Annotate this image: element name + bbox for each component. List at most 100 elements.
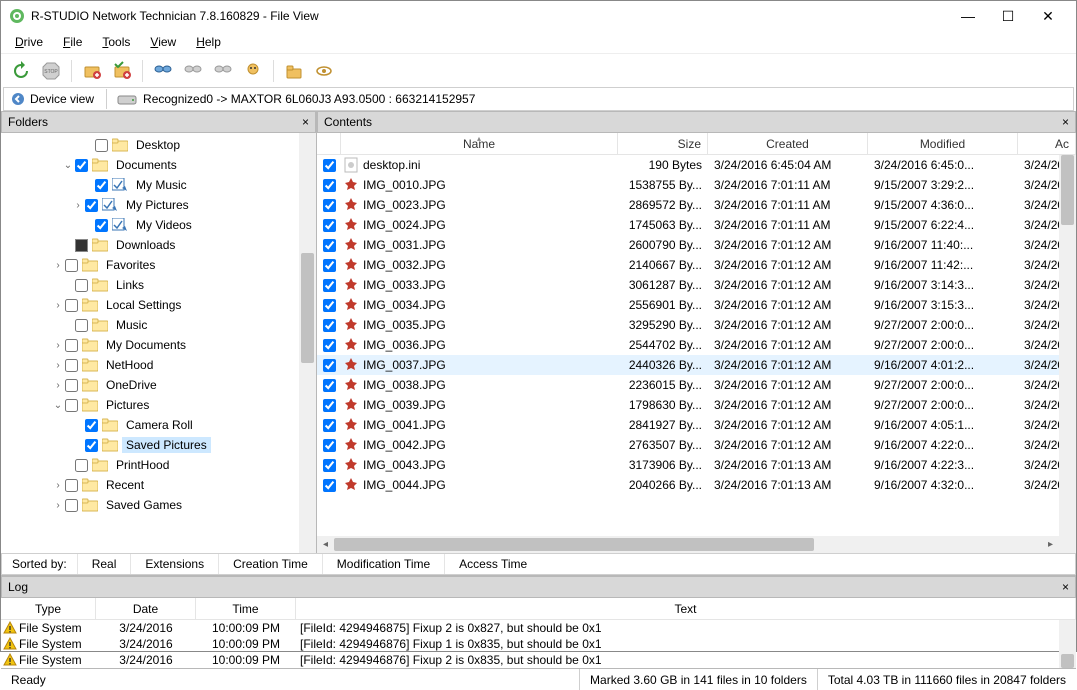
row-checkbox[interactable] bbox=[323, 279, 336, 292]
table-row[interactable]: IMG_0037.JPG2440326 By...3/24/2016 7:01:… bbox=[317, 355, 1076, 375]
menu-file[interactable]: File bbox=[55, 33, 90, 51]
table-row[interactable]: IMG_0031.JPG2600790 By...3/24/2016 7:01:… bbox=[317, 235, 1076, 255]
tree-checkbox[interactable] bbox=[95, 139, 108, 152]
expand-icon[interactable]: › bbox=[51, 480, 65, 491]
tree-checkbox[interactable] bbox=[75, 319, 88, 332]
sort-extensions[interactable]: Extensions bbox=[130, 554, 218, 574]
expand-icon[interactable]: › bbox=[71, 200, 85, 211]
table-row[interactable]: IMG_0010.JPG1538755 By...3/24/2016 7:01:… bbox=[317, 175, 1076, 195]
tree-checkbox[interactable] bbox=[65, 259, 78, 272]
find-prev-button[interactable] bbox=[209, 57, 237, 85]
tree-row[interactable]: Desktop bbox=[1, 135, 316, 155]
table-row[interactable]: IMG_0041.JPG2841927 By...3/24/2016 7:01:… bbox=[317, 415, 1076, 435]
file-mask-button[interactable] bbox=[239, 57, 267, 85]
tree-checkbox[interactable] bbox=[95, 179, 108, 192]
folders-tree[interactable]: Desktop⌄DocumentsMy Music›My PicturesMy … bbox=[1, 133, 316, 553]
sort-mtime[interactable]: Modification Time bbox=[322, 554, 444, 574]
recover-marked-button[interactable] bbox=[108, 57, 136, 85]
table-row[interactable]: IMG_0044.JPG2040266 By...3/24/2016 7:01:… bbox=[317, 475, 1076, 495]
tree-row[interactable]: Downloads bbox=[1, 235, 316, 255]
expand-icon[interactable]: › bbox=[51, 380, 65, 391]
tree-checkbox[interactable] bbox=[65, 379, 78, 392]
recover-button[interactable] bbox=[78, 57, 106, 85]
folders-close-icon[interactable]: × bbox=[302, 115, 309, 129]
tree-row[interactable]: ›Local Settings bbox=[1, 295, 316, 315]
tree-row[interactable]: My Music bbox=[1, 175, 316, 195]
expand-icon[interactable]: › bbox=[51, 300, 65, 311]
col-created[interactable]: Created bbox=[708, 133, 868, 154]
row-checkbox[interactable] bbox=[323, 379, 336, 392]
expand-icon[interactable]: ⌄ bbox=[51, 400, 65, 411]
contents-scrollbar[interactable] bbox=[1059, 155, 1076, 536]
tree-row[interactable]: PrintHood bbox=[1, 455, 316, 475]
tree-checkbox[interactable] bbox=[65, 359, 78, 372]
log-row[interactable]: File System3/24/201610:00:09 PM[FileId: … bbox=[1, 620, 1076, 636]
menu-help[interactable]: Help bbox=[188, 33, 229, 51]
row-checkbox[interactable] bbox=[323, 179, 336, 192]
expand-icon[interactable]: › bbox=[51, 360, 65, 371]
log-col-type[interactable]: Type bbox=[1, 598, 96, 619]
log-col-date[interactable]: Date bbox=[96, 598, 196, 619]
menu-tools[interactable]: Tools bbox=[94, 33, 138, 51]
row-checkbox[interactable] bbox=[323, 199, 336, 212]
tree-checkbox[interactable] bbox=[75, 279, 88, 292]
tree-row[interactable]: ›Saved Games bbox=[1, 495, 316, 515]
tree-row[interactable]: ›My Pictures bbox=[1, 195, 316, 215]
sort-atime[interactable]: Access Time bbox=[444, 554, 541, 574]
table-row[interactable]: IMG_0023.JPG2869572 By...3/24/2016 7:01:… bbox=[317, 195, 1076, 215]
tree-row[interactable]: My Videos bbox=[1, 215, 316, 235]
tree-checkbox[interactable] bbox=[85, 439, 98, 452]
row-checkbox[interactable] bbox=[323, 479, 336, 492]
tree-row[interactable]: ⌄Pictures bbox=[1, 395, 316, 415]
tree-row[interactable]: ›My Documents bbox=[1, 335, 316, 355]
tree-checkbox[interactable] bbox=[75, 239, 88, 252]
table-row[interactable]: IMG_0036.JPG2544702 By...3/24/2016 7:01:… bbox=[317, 335, 1076, 355]
log-rows[interactable]: File System3/24/201610:00:09 PM[FileId: … bbox=[1, 620, 1076, 668]
tree-checkbox[interactable] bbox=[75, 459, 88, 472]
sort-real[interactable]: Real bbox=[77, 554, 131, 574]
tree-row[interactable]: ›NetHood bbox=[1, 355, 316, 375]
table-row[interactable]: IMG_0033.JPG3061287 By...3/24/2016 7:01:… bbox=[317, 275, 1076, 295]
find-next-button[interactable] bbox=[179, 57, 207, 85]
stop-button[interactable]: STOP bbox=[37, 57, 65, 85]
tree-checkbox[interactable] bbox=[65, 299, 78, 312]
row-checkbox[interactable] bbox=[323, 319, 336, 332]
col-accessed[interactable]: Ac bbox=[1018, 133, 1076, 154]
file-table[interactable]: desktop.ini190 Bytes3/24/2016 6:45:04 AM… bbox=[317, 155, 1076, 536]
table-row[interactable]: IMG_0024.JPG1745063 By...3/24/2016 7:01:… bbox=[317, 215, 1076, 235]
menu-view[interactable]: View bbox=[142, 33, 184, 51]
tree-checkbox[interactable] bbox=[75, 159, 88, 172]
refresh-button[interactable] bbox=[7, 57, 35, 85]
expand-icon[interactable]: › bbox=[51, 500, 65, 511]
col-size[interactable]: Size bbox=[618, 133, 708, 154]
tree-row[interactable]: Camera Roll bbox=[1, 415, 316, 435]
table-row[interactable]: IMG_0035.JPG3295290 By...3/24/2016 7:01:… bbox=[317, 315, 1076, 335]
tree-row[interactable]: ›Favorites bbox=[1, 255, 316, 275]
breadcrumb-path[interactable]: Recognized0 -> MAXTOR 6L060J3 A93.0500 :… bbox=[107, 90, 485, 108]
tree-row[interactable]: ⌄Documents bbox=[1, 155, 316, 175]
table-row[interactable]: IMG_0042.JPG2763507 By...3/24/2016 7:01:… bbox=[317, 435, 1076, 455]
row-checkbox[interactable] bbox=[323, 159, 336, 172]
tree-checkbox[interactable] bbox=[95, 219, 108, 232]
tree-checkbox[interactable] bbox=[85, 419, 98, 432]
col-check[interactable] bbox=[317, 133, 341, 154]
row-checkbox[interactable] bbox=[323, 419, 336, 432]
col-modified[interactable]: Modified bbox=[868, 133, 1018, 154]
expand-icon[interactable]: › bbox=[51, 260, 65, 271]
table-row[interactable]: desktop.ini190 Bytes3/24/2016 6:45:04 AM… bbox=[317, 155, 1076, 175]
table-row[interactable]: IMG_0032.JPG2140667 By...3/24/2016 7:01:… bbox=[317, 255, 1076, 275]
tree-checkbox[interactable] bbox=[85, 199, 98, 212]
contents-hscrollbar[interactable]: ◂ ▸ bbox=[317, 536, 1076, 553]
log-col-text[interactable]: Text bbox=[296, 598, 1076, 619]
log-close-icon[interactable]: × bbox=[1062, 580, 1069, 594]
row-checkbox[interactable] bbox=[323, 459, 336, 472]
tree-checkbox[interactable] bbox=[65, 479, 78, 492]
col-name[interactable]: ▴Name bbox=[341, 133, 618, 154]
find-button[interactable] bbox=[149, 57, 177, 85]
table-row[interactable]: IMG_0034.JPG2556901 By...3/24/2016 7:01:… bbox=[317, 295, 1076, 315]
row-checkbox[interactable] bbox=[323, 259, 336, 272]
expand-icon[interactable]: › bbox=[51, 340, 65, 351]
row-checkbox[interactable] bbox=[323, 299, 336, 312]
log-row[interactable]: File System3/24/201610:00:09 PM[FileId: … bbox=[1, 636, 1076, 652]
contents-close-icon[interactable]: × bbox=[1062, 115, 1069, 129]
